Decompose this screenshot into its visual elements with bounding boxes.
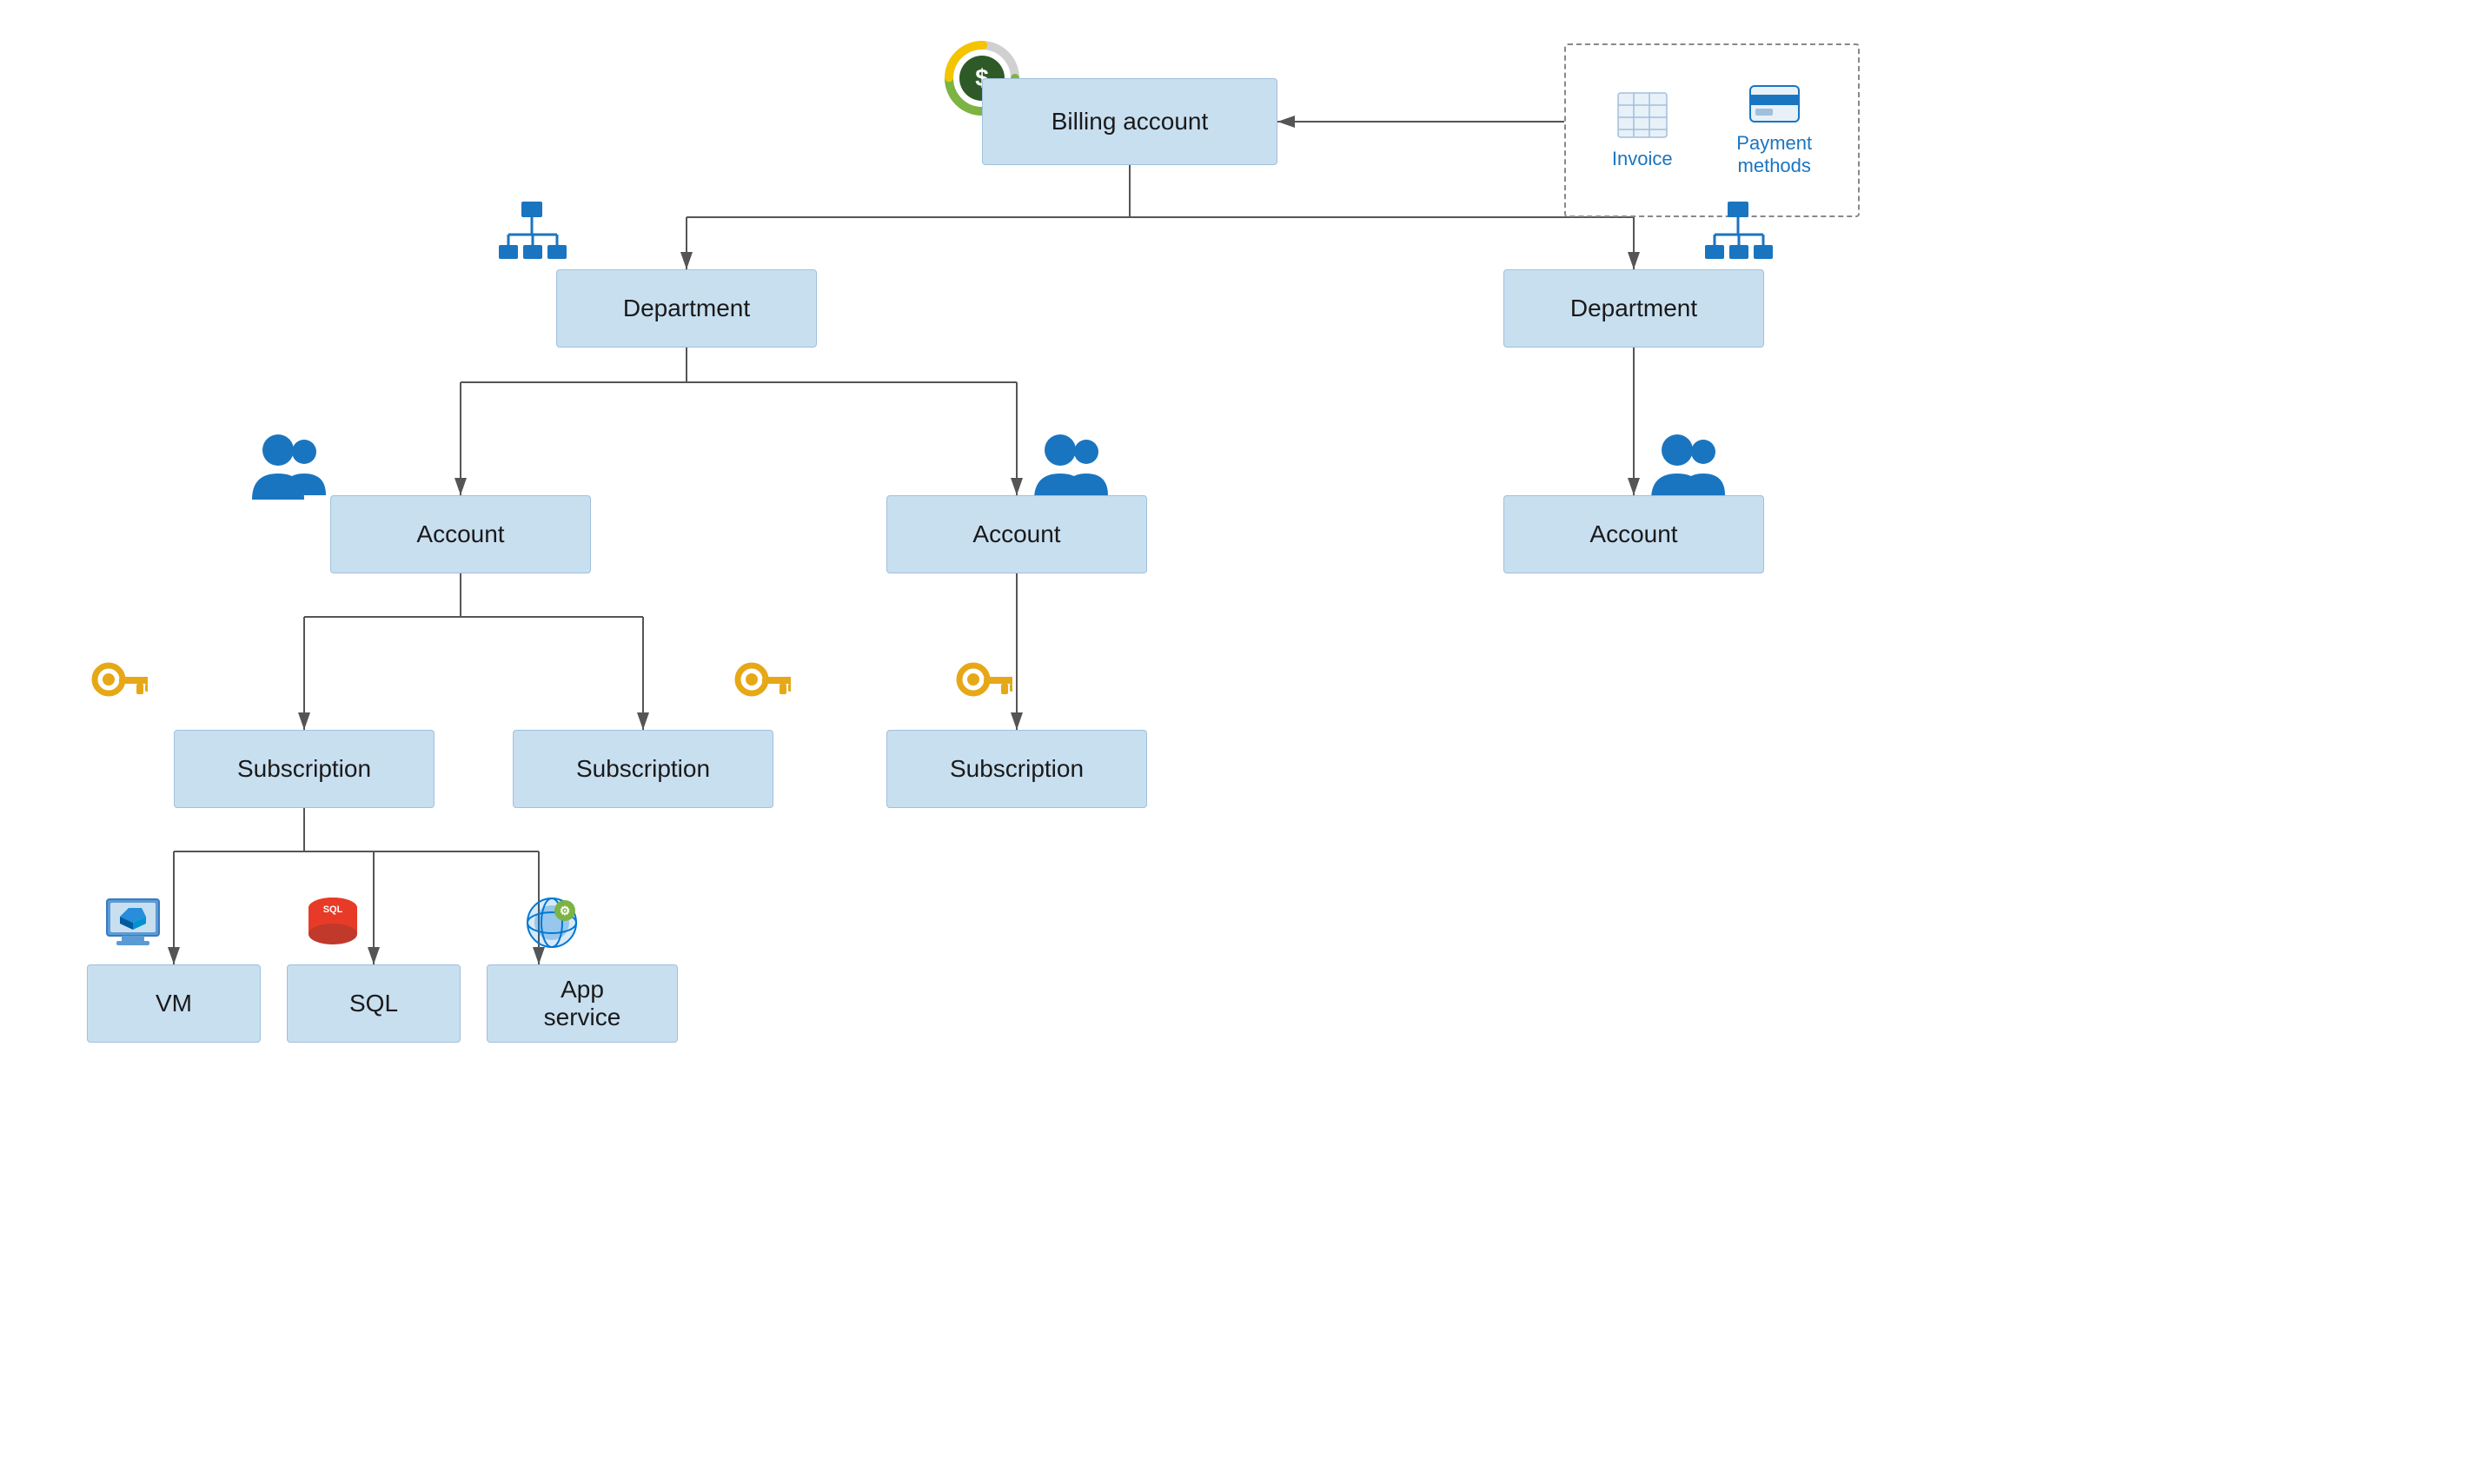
payment-label: Payment methods — [1736, 132, 1812, 177]
sub-left-node: Subscription — [174, 730, 435, 808]
appservice-icon: ⚙ — [521, 895, 582, 956]
svg-text:SQL: SQL — [323, 904, 343, 915]
sql-node: SQL — [287, 964, 461, 1043]
key-left-icon — [91, 660, 148, 729]
dept-left-label: Department — [623, 295, 750, 322]
dept-right-node: Department — [1503, 269, 1764, 348]
sub-left-label: Subscription — [237, 755, 371, 783]
invoice-label: Invoice — [1612, 148, 1673, 170]
invoice-item: Invoice — [1612, 91, 1673, 170]
acct-right-label: Account — [1589, 520, 1677, 548]
vm-node: VM — [87, 964, 261, 1043]
dept-right-label: Department — [1570, 295, 1697, 322]
sql-label: SQL — [349, 990, 398, 1017]
dept-left-node: Department — [556, 269, 817, 348]
key-midright-icon — [956, 660, 1012, 721]
invoice-payment-box: Invoice Payment methods — [1564, 43, 1860, 217]
acct-left-label: Account — [416, 520, 504, 548]
appservice-label: App service — [544, 976, 621, 1031]
billing-account-label: Billing account — [1052, 108, 1209, 136]
sub-midleft-label: Subscription — [576, 755, 710, 783]
acct-mid-label: Account — [972, 520, 1060, 548]
dept-right-icon — [1703, 200, 1773, 274]
vm-icon — [103, 895, 163, 956]
acct-mid-node: Account — [886, 495, 1147, 573]
acct-right-node: Account — [1503, 495, 1764, 573]
sub-midright-label: Subscription — [950, 755, 1084, 783]
acct-left-icon — [243, 426, 330, 517]
sub-midleft-node: Subscription — [513, 730, 773, 808]
vm-label: VM — [156, 990, 192, 1017]
payment-item: Payment methods — [1736, 84, 1812, 177]
sub-midright-node: Subscription — [886, 730, 1147, 808]
dept-left-icon — [497, 200, 567, 274]
diagram-container: $ Billing account Invoice — [0, 0, 2468, 1484]
appservice-node: App service — [487, 964, 678, 1043]
acct-left-node: Account — [330, 495, 591, 573]
svg-text:⚙: ⚙ — [560, 904, 571, 918]
billing-account-node: Billing account — [982, 78, 1277, 165]
key-midleft-icon — [734, 660, 791, 721]
sql-icon: SQL — [302, 895, 363, 956]
